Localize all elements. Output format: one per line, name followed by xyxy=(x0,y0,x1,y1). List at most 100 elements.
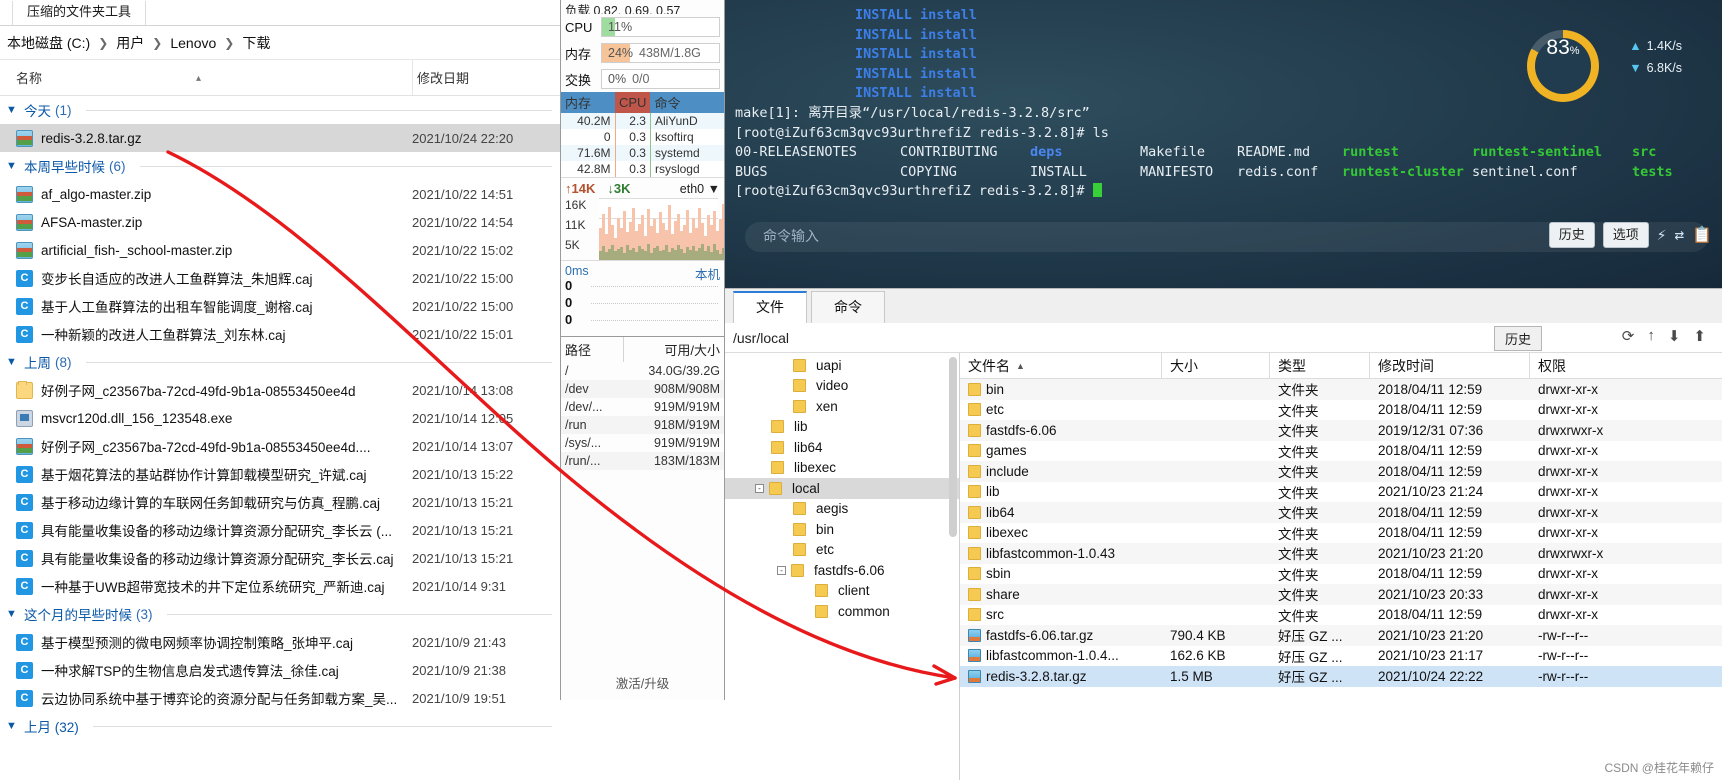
file-row[interactable]: af_algo-master.zip 2021/10/22 14:51 xyxy=(0,180,560,208)
breadcrumb-item-lenovo[interactable]: Lenovo xyxy=(167,35,219,51)
tree-scrollbar[interactable] xyxy=(949,357,957,537)
ssh-terminal[interactable]: INSTALL install INSTALL install INSTALL in… xyxy=(725,0,1722,288)
directory-tree[interactable]: uapi video xen lib lib64 libexec - local aegis bi… xyxy=(725,353,960,780)
collapse-toggle-icon[interactable]: - xyxy=(777,565,786,575)
file-manager-tab[interactable]: 文件 xyxy=(733,291,807,323)
tree-node[interactable]: video xyxy=(725,376,959,397)
process-table[interactable]: 内存 CPU 命令 40.2M 2.3 AliYunD 0 0.3 ksoftirq 71.… xyxy=(561,92,724,177)
remote-list-rows[interactable]: bin 文件夹 2018/04/11 12:59 drwxr-xr-x etc 文件夹 20… xyxy=(960,379,1722,687)
disk-row[interactable]: /run/... 183M/183M xyxy=(561,452,724,470)
sync-icon[interactable]: ⇄ xyxy=(1674,225,1684,245)
file-row[interactable]: 好例子网_c23567ba-72cd-49fd-9b1a-08553450ee4… xyxy=(0,432,560,460)
refresh-icon[interactable]: ⟳ xyxy=(1622,327,1635,345)
current-path[interactable]: /usr/local xyxy=(733,330,789,346)
copy-icon[interactable]: 📋 xyxy=(1692,225,1712,245)
file-group-header[interactable]: ▼ 本周早些时候 (6) xyxy=(0,152,560,180)
remote-file-row[interactable]: fastdfs-6.06.tar.gz 790.4 KB 好压 GZ ... 2021… xyxy=(960,625,1722,646)
column-header-date[interactable]: 修改日期 xyxy=(412,60,560,95)
file-group-header[interactable]: ▼ 上周 (8) xyxy=(0,348,560,376)
disk-row[interactable]: /dev/... 919M/919M xyxy=(561,398,724,416)
disk-row[interactable]: / 34.0G/39.2G xyxy=(561,362,724,380)
breadcrumb-item-downloads[interactable]: 下载 xyxy=(239,33,273,53)
file-manager-tabs[interactable]: 文件 命令 xyxy=(725,289,1722,323)
file-row[interactable]: C 基于烟花算法的基站群协作计算卸载模型研究_许斌.caj 2021/10/13 1… xyxy=(0,460,560,488)
download-icon[interactable]: ⬇ xyxy=(1668,327,1681,345)
file-group-header[interactable]: ▼ 今天 (1) xyxy=(0,96,560,124)
chevron-down-icon[interactable]: ▼ xyxy=(6,356,20,368)
remote-file-row[interactable]: src 文件夹 2018/04/11 12:59 drwxr-xr-x xyxy=(960,605,1722,626)
remote-file-row[interactable]: games 文件夹 2018/04/11 12:59 drwxr-xr-x xyxy=(960,441,1722,462)
tree-node[interactable]: etc xyxy=(725,540,959,561)
file-row[interactable]: 好例子网_c23567ba-72cd-49fd-9b1a-08553450ee4… xyxy=(0,376,560,404)
file-row[interactable]: C 变步长自适应的改进人工鱼群算法_朱旭辉.caj 2021/10/22 15:00 xyxy=(0,264,560,292)
file-row[interactable]: C 一种新颖的改进人工鱼群算法_刘东林.caj 2021/10/22 15:01 xyxy=(0,320,560,348)
history-button[interactable]: 历史 xyxy=(1493,326,1542,351)
process-row[interactable]: 71.6M 0.3 systemd xyxy=(561,145,724,161)
tree-node[interactable]: client xyxy=(725,581,959,602)
file-group-header[interactable]: ▼ 上月 (32) xyxy=(0,712,560,740)
process-col-mem[interactable]: 内存 xyxy=(561,92,615,113)
disk-row[interactable]: /run 918M/919M xyxy=(561,416,724,434)
file-row[interactable]: msvcr120d.dll_156_123548.exe 2021/10/14 1… xyxy=(0,404,560,432)
column-header-type[interactable]: 类型 xyxy=(1270,353,1370,378)
file-row[interactable]: C 基于模型预测的微电网频率协调控制策略_张坤平.caj 2021/10/9 21:… xyxy=(0,628,560,656)
file-row[interactable]: C 基于移动边缘计算的车联网任务卸载研究与仿真_程鹏.caj 2021/10/13 … xyxy=(0,488,560,516)
remote-file-row[interactable]: lib 文件夹 2021/10/23 21:24 drwxr-xr-x xyxy=(960,482,1722,503)
explorer-file-list[interactable]: ▼ 今天 (1) redis-3.2.8.tar.gz 2021/10/24 22:2… xyxy=(0,96,560,780)
remote-file-row[interactable]: etc 文件夹 2018/04/11 12:59 drwxr-xr-x xyxy=(960,400,1722,421)
history-button[interactable]: 历史 xyxy=(1548,222,1595,248)
tree-node[interactable]: - fastdfs-6.06 xyxy=(725,560,959,581)
column-header-name[interactable]: 名称 ▴ xyxy=(0,68,412,87)
remote-file-row[interactable]: include 文件夹 2018/04/11 12:59 drwxr-xr-x xyxy=(960,461,1722,482)
disk-row[interactable]: /sys/... 919M/919M xyxy=(561,434,724,452)
tree-node[interactable]: bin xyxy=(725,519,959,540)
chevron-down-icon[interactable]: ▼ xyxy=(6,608,20,620)
breadcrumb[interactable]: 本地磁盘 (C:) ❯ 用户 ❯ Lenovo ❯ 下载 xyxy=(0,26,560,60)
tree-node[interactable]: uapi xyxy=(725,355,959,376)
column-header-mtime[interactable]: 修改时间 xyxy=(1370,353,1530,378)
remote-file-row[interactable]: lib64 文件夹 2018/04/11 12:59 drwxr-xr-x xyxy=(960,502,1722,523)
chevron-down-icon[interactable]: ▼ xyxy=(6,160,20,172)
column-header-size[interactable]: 大小 xyxy=(1162,353,1270,378)
upload-icon[interactable]: ⬆ xyxy=(1693,327,1706,345)
remote-file-list[interactable]: 文件名 ▲ 大小 类型 修改时间 权限 bin 文件夹 2018/04/11 12:… xyxy=(960,353,1722,780)
file-group-header[interactable]: ▼ 这个月的早些时候 (3) xyxy=(0,600,560,628)
remote-file-row[interactable]: redis-3.2.8.tar.gz 1.5 MB 好压 GZ ... 2021/10… xyxy=(960,666,1722,687)
process-row[interactable]: 0 0.3 ksoftirq xyxy=(561,129,724,145)
file-row[interactable]: redis-3.2.8.tar.gz 2021/10/24 22:20 xyxy=(0,124,560,152)
chevron-down-icon[interactable]: ▼ xyxy=(6,104,20,116)
file-row[interactable]: C 一种基于UWB超带宽技术的井下定位系统研究_严新迪.caj 2021/10/14… xyxy=(0,572,560,600)
disk-row[interactable]: /dev 908M/908M xyxy=(561,380,724,398)
remote-file-row[interactable]: libexec 文件夹 2018/04/11 12:59 drwxr-xr-x xyxy=(960,523,1722,544)
network-interface-label[interactable]: eth0 ▼ xyxy=(680,182,720,196)
upload-up-icon[interactable]: ↑ xyxy=(1647,327,1655,345)
file-row[interactable]: AFSA-master.zip 2021/10/22 14:54 xyxy=(0,208,560,236)
remote-file-row[interactable]: sbin 文件夹 2018/04/11 12:59 drwxr-xr-x xyxy=(960,564,1722,585)
tree-node[interactable]: aegis xyxy=(725,499,959,520)
remote-file-row[interactable]: libfastcommon-1.0.43 文件夹 2021/10/23 21:20 d… xyxy=(960,543,1722,564)
file-row[interactable]: artificial_fish-_school-master.zip 2021/1… xyxy=(0,236,560,264)
remote-file-row[interactable]: libfastcommon-1.0.4... 162.6 KB 好压 GZ ... 2… xyxy=(960,646,1722,667)
chevron-down-icon[interactable]: ▼ xyxy=(708,182,720,196)
column-header-perm[interactable]: 权限 xyxy=(1530,353,1722,378)
file-row[interactable]: C 一种求解TSP的生物信息启发式遗传算法_徐佳.caj 2021/10/9 21:… xyxy=(0,656,560,684)
disk-col-size[interactable]: 可用/大小 xyxy=(623,337,724,362)
process-col-cpu[interactable]: CPU xyxy=(615,92,651,113)
activate-upgrade-link[interactable]: 激活/升级 xyxy=(561,673,724,692)
lightning-icon[interactable]: ⚡ xyxy=(1657,225,1667,245)
breadcrumb-item-users[interactable]: 用户 xyxy=(113,33,147,53)
file-row[interactable]: C 基于人工鱼群算法的出租车智能调度_谢榕.caj 2021/10/22 15:00 xyxy=(0,292,560,320)
options-button[interactable]: 选项 xyxy=(1602,222,1649,248)
remote-file-row[interactable]: fastdfs-6.06 文件夹 2019/12/31 07:36 drwxrwxr-… xyxy=(960,420,1722,441)
process-row[interactable]: 42.8M 0.3 rsyslogd xyxy=(561,161,724,177)
file-row[interactable]: C 具有能量收集设备的移动边缘计算资源分配研究_李长云.caj 2021/10/13… xyxy=(0,544,560,572)
collapse-toggle-icon[interactable]: - xyxy=(755,483,764,493)
tree-node[interactable]: - local xyxy=(725,478,959,499)
remote-file-row[interactable]: share 文件夹 2021/10/23 20:33 drwxr-xr-x xyxy=(960,584,1722,605)
file-row[interactable]: C 具有能量收集设备的移动边缘计算资源分配研究_李长云 (... 2021/10/1… xyxy=(0,516,560,544)
tree-node[interactable]: lib xyxy=(725,417,959,438)
tree-node[interactable]: libexec xyxy=(725,458,959,479)
process-col-cmd[interactable]: 命令 xyxy=(650,92,724,113)
breadcrumb-item-drive[interactable]: 本地磁盘 (C:) xyxy=(4,33,93,53)
tree-node[interactable]: lib64 xyxy=(725,437,959,458)
